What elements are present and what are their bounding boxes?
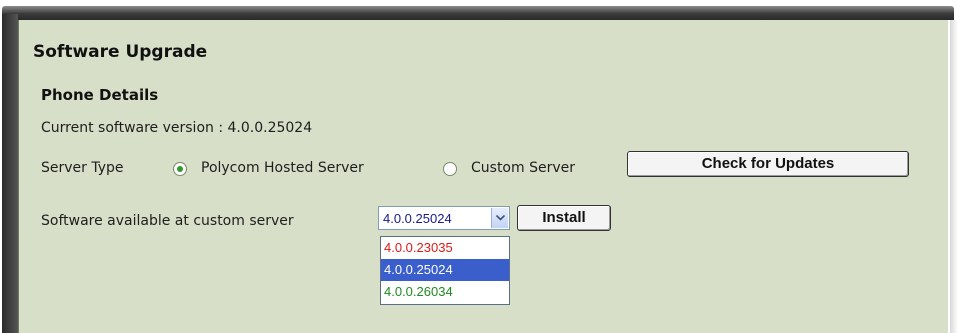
- version-option[interactable]: 4.0.0.23035: [381, 237, 509, 259]
- custom-server-label[interactable]: Custom Server: [471, 160, 575, 176]
- server-type-label: Server Type: [41, 160, 124, 176]
- software-version-dropdown-list: 4.0.0.23035 4.0.0.25024 4.0.0.26034: [380, 236, 510, 305]
- chevron-down-icon[interactable]: [491, 208, 508, 228]
- software-version-select[interactable]: 4.0.0.25024: [378, 206, 510, 230]
- polycom-hosted-server-radio[interactable]: [173, 162, 187, 176]
- version-option[interactable]: 4.0.0.26034: [381, 281, 509, 303]
- page-title: Software Upgrade: [33, 42, 208, 62]
- software-version-selected-value: 4.0.0.25024: [383, 211, 452, 226]
- check-for-updates-button[interactable]: Check for Updates: [627, 151, 909, 177]
- software-upgrade-panel: Software Upgrade Phone Details Current s…: [18, 20, 948, 333]
- window-frame-top: [2, 6, 954, 20]
- current-version-text: Current software version : 4.0.0.25024: [41, 120, 313, 136]
- polycom-hosted-server-label[interactable]: Polycom Hosted Server: [201, 160, 364, 176]
- window-shadow: [950, 20, 958, 333]
- phone-details-heading: Phone Details: [41, 86, 159, 104]
- install-button[interactable]: Install: [517, 205, 611, 231]
- custom-software-label: Software available at custom server: [41, 213, 294, 229]
- window-frame-left: [2, 14, 18, 333]
- version-option-selected[interactable]: 4.0.0.25024: [381, 259, 509, 281]
- custom-server-radio[interactable]: [443, 162, 457, 176]
